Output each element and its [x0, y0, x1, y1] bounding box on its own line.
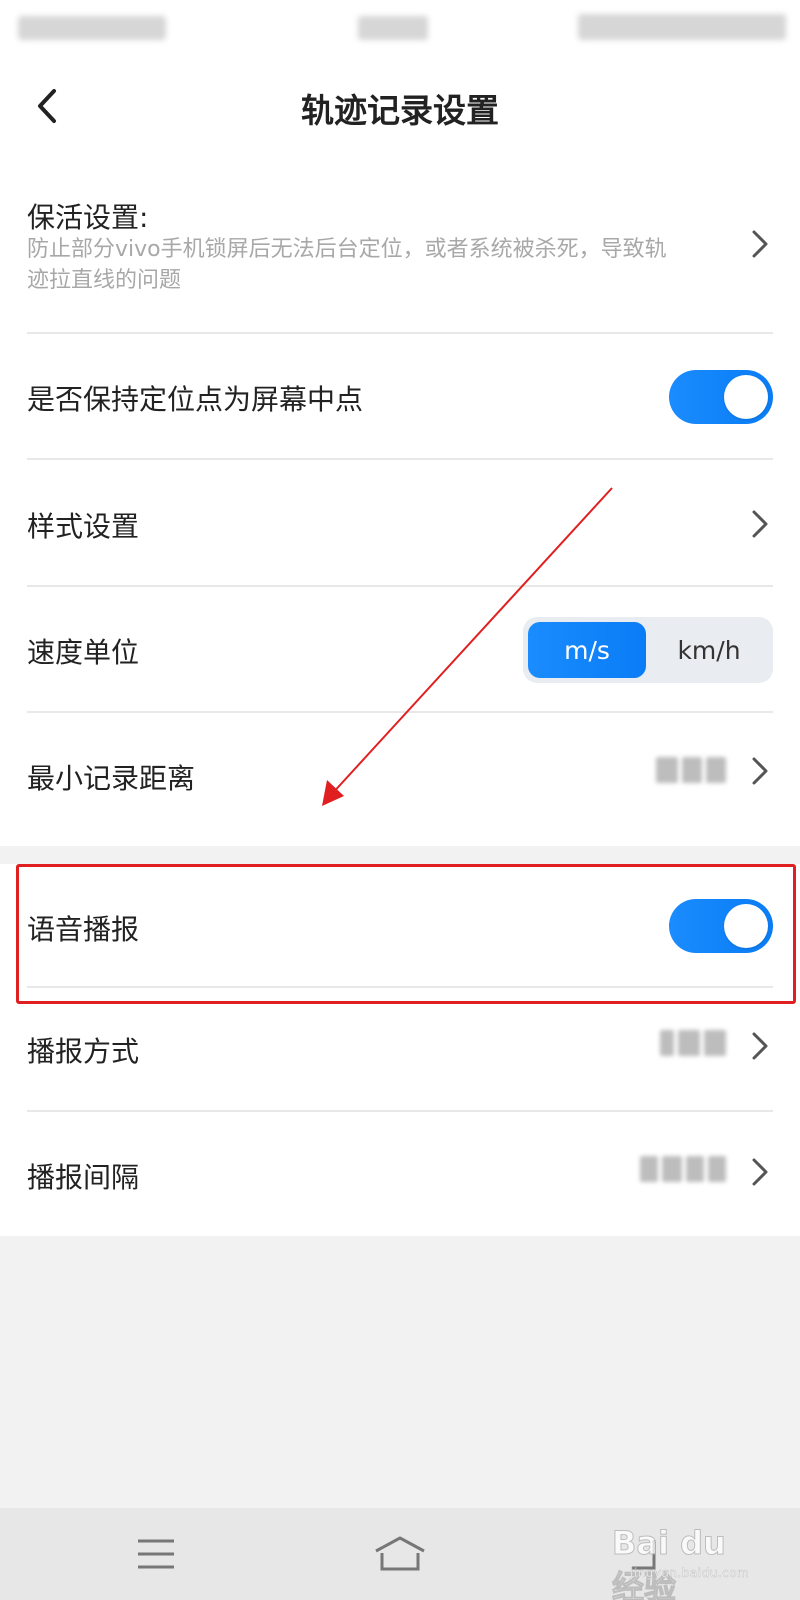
nav-menu-button[interactable]: [116, 1526, 196, 1582]
clock-blurred: [358, 16, 428, 40]
keep-alive-label: 保活设置:: [27, 201, 149, 234]
style-setting-row[interactable]: 样式设置: [0, 461, 800, 587]
speed-unit-option-ms[interactable]: m/s: [528, 622, 646, 678]
voice-broadcast-label: 语音播报: [27, 913, 140, 946]
chevron-right-icon: [752, 230, 768, 258]
chevron-right-icon: [752, 1032, 768, 1060]
broadcast-mode-value-blurred: [660, 1026, 726, 1060]
settings-group-general: 保活设置: 防止部分vivo手机锁屏后无法后台定位，或者系统被杀死，导致轨迹拉直…: [0, 156, 800, 846]
page-title: 轨迹记录设置: [301, 91, 499, 130]
min-distance-label: 最小记录距离: [27, 762, 196, 795]
broadcast-mode-label: 播报方式: [27, 1035, 140, 1068]
chevron-right-icon: [752, 757, 768, 785]
battery-status-blurred: [578, 14, 786, 40]
nav-home-button[interactable]: [360, 1526, 440, 1582]
home-icon: [375, 1536, 425, 1571]
style-setting-label: 样式设置: [27, 510, 140, 543]
voice-broadcast-toggle[interactable]: [669, 899, 773, 953]
speed-unit-segmented-control: m/s km/h: [523, 617, 773, 683]
app-header: 轨迹记录设置: [0, 56, 800, 156]
nav-back-button[interactable]: [604, 1526, 684, 1582]
speed-unit-option-kmh[interactable]: km/h: [650, 622, 768, 678]
settings-group-voice: 语音播报 播报方式 播报间隔: [0, 864, 800, 1236]
voice-broadcast-setting-row: 语音播报: [0, 864, 800, 988]
speed-unit-setting-row: 速度单位 m/s km/h: [0, 587, 800, 713]
keep-center-toggle[interactable]: [669, 370, 773, 424]
toggle-knob: [724, 375, 768, 419]
broadcast-interval-label: 播报间隔: [27, 1161, 140, 1194]
signal-status-blurred: [18, 16, 166, 40]
toggle-knob: [724, 904, 768, 948]
chevron-right-icon: [752, 1158, 768, 1186]
menu-icon: [138, 1539, 174, 1569]
broadcast-interval-value-blurred: [640, 1152, 726, 1186]
speed-unit-label: 速度单位: [27, 636, 140, 669]
broadcast-mode-setting-row[interactable]: 播报方式: [0, 988, 800, 1112]
chevron-right-icon: [752, 510, 768, 538]
min-distance-value-blurred: [656, 753, 726, 787]
keep-alive-description: 防止部分vivo手机锁屏后无法后台定位，或者系统被杀死，导致轨迹拉直线的问题: [27, 237, 667, 293]
broadcast-interval-setting-row[interactable]: 播报间隔: [0, 1112, 800, 1236]
keep-center-setting-row: 是否保持定位点为屏幕中点: [0, 334, 800, 461]
row-divider: [27, 458, 773, 460]
system-navigation-bar: [0, 1508, 800, 1600]
status-bar: [0, 0, 800, 56]
back-icon: [632, 1540, 656, 1570]
keep-alive-setting-row[interactable]: 保活设置: 防止部分vivo手机锁屏后无法后台定位，或者系统被杀死，导致轨迹拉直…: [0, 156, 800, 334]
keep-center-label: 是否保持定位点为屏幕中点: [27, 383, 364, 416]
min-distance-setting-row[interactable]: 最小记录距离: [0, 713, 800, 846]
